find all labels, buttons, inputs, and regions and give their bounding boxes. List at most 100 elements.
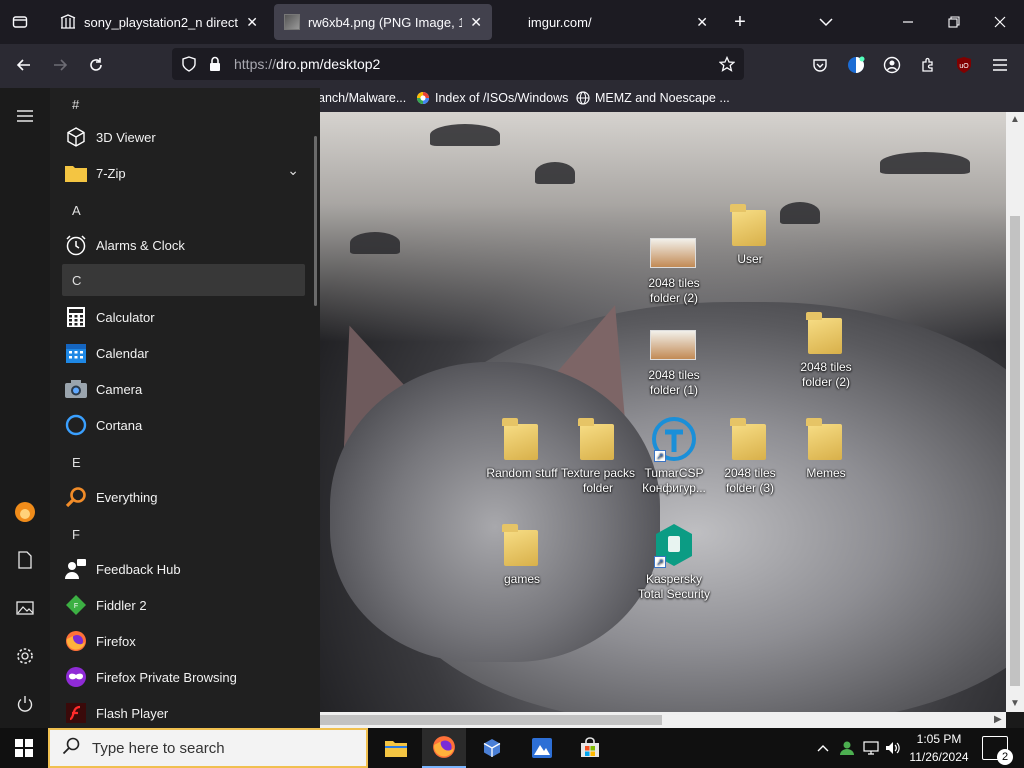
section-header-a[interactable]: A — [62, 194, 305, 226]
pocket-icon[interactable] — [808, 53, 832, 77]
network-icon[interactable] — [860, 728, 882, 768]
tray-user-icon[interactable] — [836, 728, 858, 768]
desktop-icon-kaspersky[interactable]: ↗ Kaspersky Total Security — [634, 524, 714, 602]
desktop-icon-random-stuff[interactable]: Random stuff — [482, 418, 562, 481]
close-window-icon[interactable] — [988, 10, 1012, 34]
taskbar-firefox[interactable] — [422, 728, 466, 768]
taskbar-3d-viewer[interactable] — [470, 728, 514, 768]
desktop-icon-2048-folder-1[interactable]: 2048 tiles folder (1) — [634, 320, 714, 398]
folder-icon — [730, 418, 770, 462]
app-feedback-hub[interactable]: Feedback Hub — [62, 552, 305, 586]
windows-start-button[interactable] — [0, 728, 48, 768]
tab-close-icon[interactable]: ✕ — [246, 14, 258, 31]
chevron-down-icon[interactable]: ⌄ — [287, 162, 299, 179]
app-7-zip[interactable]: 7-Zip ⌄ — [62, 156, 305, 190]
taskbar-pinned-app[interactable] — [520, 728, 564, 768]
app-alarms-clock[interactable]: Alarms & Clock — [62, 228, 305, 262]
scrollbar-thumb[interactable] — [1010, 216, 1020, 686]
app-calendar[interactable]: Calendar — [62, 336, 305, 370]
tab-sony-playstation2[interactable]: sony_playstation2_n directory li ✕ — [50, 4, 268, 40]
desktop-icon-memes[interactable]: Memes — [786, 418, 866, 481]
tab-title: imgur.com/ — [528, 14, 592, 30]
shield-icon[interactable] — [178, 53, 200, 75]
desktop-icon-label: 2048 tiles folder (1) — [648, 368, 700, 397]
clock-time: 1:05 PM — [916, 732, 962, 746]
ublock-origin-icon[interactable]: uO — [952, 53, 976, 77]
show-hidden-icons-chevron[interactable] — [812, 728, 834, 768]
desktop-icon-games[interactable]: games — [482, 524, 562, 587]
app-everything[interactable]: Everything — [62, 480, 305, 514]
bookmark-malware[interactable]: anch/Malware... — [318, 91, 406, 105]
section-header-e[interactable]: E — [62, 446, 305, 478]
account-icon[interactable] — [880, 53, 904, 77]
bookmark-memz[interactable]: MEMZ and Noescape ... — [576, 91, 730, 105]
volume-icon[interactable] — [882, 728, 904, 768]
minimize-icon[interactable] — [896, 10, 920, 34]
app-3d-viewer[interactable]: 3D Viewer — [62, 120, 305, 154]
tab-title: rw6xb4.png (PNG Image, 1599 — [308, 14, 463, 30]
file-explorer-icon — [385, 741, 407, 757]
scroll-up-arrow-icon[interactable]: ▲ — [1010, 114, 1020, 125]
scroll-down-arrow-icon[interactable]: ▼ — [1010, 698, 1020, 709]
power-icon[interactable] — [0, 684, 50, 724]
hamburger-menu-icon[interactable] — [988, 53, 1012, 77]
tab-close-icon[interactable]: ✕ — [696, 14, 708, 31]
chevron-down-icon[interactable] — [814, 10, 838, 34]
app-fiddler-2[interactable]: F Fiddler 2 — [62, 588, 305, 622]
extensions-icon[interactable] — [916, 53, 940, 77]
desktop-icon-2048-folder-2b[interactable]: 2048 tiles folder (2) — [786, 312, 866, 390]
scroll-right-arrow-icon[interactable]: ▶ — [994, 714, 1002, 725]
pictures-icon[interactable] — [0, 588, 50, 628]
bookmark-isos-windows[interactable]: Index of /ISOs/Windows — [416, 91, 568, 105]
system-clock[interactable]: 1:05 PM 11/26/2024 — [906, 730, 972, 766]
documents-icon[interactable] — [0, 540, 50, 580]
search-input[interactable] — [92, 739, 342, 757]
url-text[interactable]: https://dro.pm/desktop2 — [234, 56, 380, 72]
tab-list-icon[interactable] — [6, 10, 34, 34]
expand-menu-icon[interactable] — [0, 96, 50, 136]
scrollbar-thumb[interactable] — [320, 715, 662, 725]
settings-gear-icon[interactable] — [0, 636, 50, 676]
horizontal-scrollbar[interactable]: ▶ — [320, 712, 1006, 728]
notification-center-icon[interactable]: 2 — [982, 736, 1013, 765]
tab-close-icon[interactable]: ✕ — [470, 14, 482, 31]
tab-imgur[interactable]: imgur.com/ ✕ — [518, 4, 718, 40]
back-icon[interactable] — [12, 53, 36, 77]
vertical-scrollbar[interactable]: ▲ ▼ — [1006, 112, 1024, 712]
app-calculator[interactable]: Calculator — [62, 300, 305, 334]
desktop-icon-tumarcsp[interactable]: ↗ TumarCSP Конфигур... — [634, 417, 714, 496]
desktop-icon-label: Memes — [806, 466, 846, 480]
desktop-icon-user[interactable]: User — [710, 204, 790, 267]
lock-icon[interactable] — [204, 53, 226, 75]
taskbar-file-explorer[interactable] — [374, 728, 418, 768]
reload-icon[interactable] — [84, 53, 108, 77]
address-bar[interactable]: https://dro.pm/desktop2 — [172, 48, 744, 80]
app-label: Cortana — [96, 417, 143, 433]
app-camera[interactable]: Camera — [62, 372, 305, 406]
new-tab-button[interactable]: + — [728, 10, 752, 34]
forward-icon[interactable] — [48, 53, 72, 77]
taskbar-microsoft-store[interactable] — [568, 728, 612, 768]
desktop-icon-2048-folder-2[interactable]: 2048 tiles folder (2) — [634, 228, 714, 306]
app-flash-player[interactable]: Flash Player — [62, 696, 305, 730]
user-avatar[interactable] — [0, 492, 50, 532]
bat-decoration — [350, 232, 400, 254]
app-firefox-private-browsing[interactable]: Firefox Private Browsing — [62, 660, 305, 694]
shortcut-arrow-icon: ↗ — [654, 556, 666, 568]
section-header-hash[interactable]: # — [62, 88, 305, 120]
globe-icon — [576, 91, 590, 105]
start-menu-scrollbar[interactable] — [314, 136, 317, 306]
app-firefox[interactable]: Firefox — [62, 624, 305, 658]
taskbar-search-box[interactable] — [48, 728, 368, 768]
section-header-c[interactable]: C — [62, 264, 305, 296]
app-cortana[interactable]: Cortana — [62, 408, 305, 442]
desktop-icon-texture-packs[interactable]: Texture packs folder — [558, 418, 638, 496]
section-header-f[interactable]: F — [62, 518, 305, 550]
restore-icon[interactable] — [942, 10, 966, 34]
container-icon[interactable] — [844, 53, 868, 77]
desktop-icon-2048-folder-3[interactable]: 2048 tiles folder (3) — [710, 418, 790, 496]
cortana-ring-icon — [64, 413, 88, 437]
tab-rw6xb4[interactable]: rw6xb4.png (PNG Image, 1599 ✕ — [274, 4, 492, 40]
bookmark-star-icon[interactable] — [716, 53, 738, 75]
firefox-icon — [64, 629, 88, 653]
